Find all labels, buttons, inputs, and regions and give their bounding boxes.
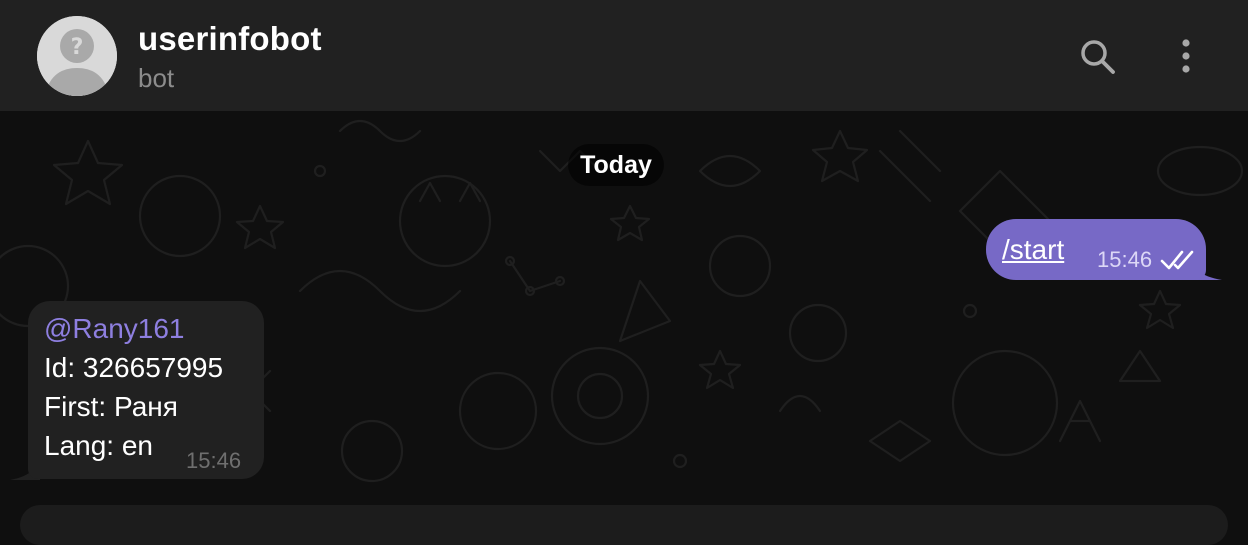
chat-header: ? userinfobot bot [0, 0, 1248, 111]
more-vertical-icon[interactable] [1166, 36, 1206, 76]
unknown-user-icon: ? [37, 16, 117, 96]
double-check-icon [1160, 250, 1194, 270]
outgoing-message-time: 15:46 [1097, 247, 1153, 272]
outgoing-message-text[interactable]: /start [1002, 234, 1064, 266]
avatar[interactable]: ? [37, 16, 117, 96]
chat-subtitle: bot [138, 63, 175, 93]
mention-link[interactable]: @Rany161 [44, 313, 185, 345]
language-line: Lang: en [44, 430, 153, 461]
search-icon[interactable] [1077, 36, 1117, 76]
incoming-message-time: 15:46 [186, 448, 242, 473]
date-separator: Today [568, 144, 664, 186]
svg-text:?: ? [71, 35, 84, 60]
message-composer[interactable] [20, 505, 1228, 545]
user-id-line: Id: 326657995 [44, 352, 224, 383]
chat-title[interactable]: userinfobot [138, 20, 322, 58]
first-name-line: First: Раня [44, 391, 178, 422]
